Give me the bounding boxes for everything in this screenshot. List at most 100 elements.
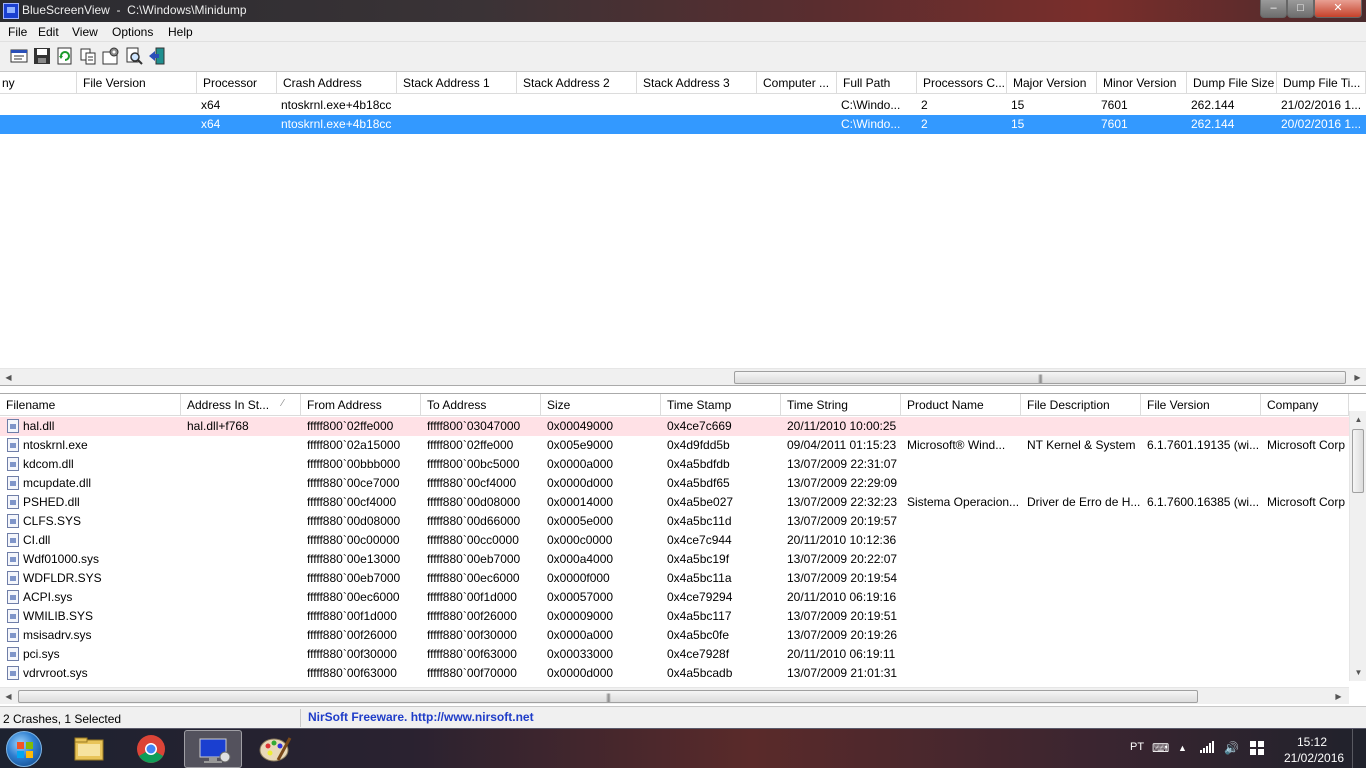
cell-time-string: 13/07/2009 20:22:07	[787, 552, 898, 566]
driver-row[interactable]: Wdf01000.sys fffff880`00e13000 fffff880`00…	[0, 550, 1349, 569]
driver-row[interactable]: WDFLDR.SYS fffff880`00eb7000 fffff880`00ec…	[0, 569, 1349, 588]
column-header[interactable]: Product Name	[901, 394, 1021, 416]
cell-file-description: NT Kernel & System	[1027, 438, 1136, 452]
crash-row-selected[interactable]: x64 ntoskrnl.exe+4b18cc C:\Windo... 2 15…	[0, 115, 1366, 134]
scroll-thumb[interactable]: |||	[18, 690, 1198, 703]
cell-file-description	[1023, 569, 1141, 588]
show-desktop-button[interactable]	[1352, 729, 1366, 768]
cell-processor: x64	[201, 98, 221, 112]
driver-file-icon	[7, 609, 19, 623]
properties-icon[interactable]	[10, 47, 28, 65]
maximize-button[interactable]: □	[1287, 0, 1314, 18]
cell-company	[1263, 417, 1349, 436]
column-header[interactable]: Filename	[0, 394, 181, 416]
find-icon[interactable]	[125, 47, 143, 65]
volume-icon[interactable]: 🔊	[1224, 741, 1239, 755]
driver-row[interactable]: ntoskrnl.exe fffff800`02a15000 fffff800`02…	[0, 436, 1349, 455]
driver-row[interactable]: vdrvroot.sys fffff880`00f63000 fffff880`00…	[0, 664, 1349, 683]
column-header[interactable]: Stack Address 1	[397, 72, 517, 94]
scroll-thumb[interactable]: |||	[734, 371, 1346, 384]
column-header[interactable]: Processor	[197, 72, 277, 94]
copy-icon[interactable]	[79, 47, 97, 65]
scroll-right-arrow-icon[interactable]: ▶	[1330, 688, 1347, 705]
menu-file[interactable]: File	[8, 25, 27, 39]
driver-list-header: Filename Address In St... ∕ From Address…	[0, 394, 1366, 416]
refresh-icon[interactable]	[56, 47, 74, 65]
driver-row[interactable]: CI.dll fffff880`00c00000 fffff880`00cc0000…	[0, 531, 1349, 550]
column-header[interactable]: To Address	[421, 394, 541, 416]
driver-row[interactable]: mcupdate.dll fffff880`00ce7000 fffff880`00…	[0, 474, 1349, 493]
cell-from-address: fffff880`00ec6000	[307, 590, 400, 604]
column-header[interactable]: Company	[1261, 394, 1349, 416]
column-header[interactable]: From Address	[301, 394, 421, 416]
network-signal-icon[interactable]	[1200, 741, 1214, 756]
driver-list-vertical-scrollbar[interactable]: ▲ ▼	[1349, 411, 1366, 681]
column-header[interactable]: Stack Address 3	[637, 72, 757, 94]
driver-list[interactable]: Filename Address In St... ∕ From Address…	[0, 393, 1366, 705]
crash-row[interactable]: x64 ntoskrnl.exe+4b18cc C:\Windo... 2 15…	[0, 96, 1366, 115]
driver-row[interactable]: msisadrv.sys fffff880`00f26000 fffff880`00…	[0, 626, 1349, 645]
column-header[interactable]: Time String	[781, 394, 901, 416]
show-hidden-icons-icon[interactable]: ▲	[1178, 743, 1187, 753]
column-header[interactable]: Processors C...	[917, 72, 1007, 94]
driver-row[interactable]: ACPI.sys fffff880`00ec6000 fffff880`00f1d0…	[0, 588, 1349, 607]
menu-options[interactable]: Options	[112, 25, 153, 39]
scroll-down-arrow-icon[interactable]: ▼	[1350, 664, 1366, 681]
crash-list-horizontal-scrollbar[interactable]: ◀ ||| ▶	[0, 368, 1366, 385]
crash-list[interactable]: ny File Version Processor Crash Address …	[0, 72, 1366, 386]
column-header[interactable]: Size	[541, 394, 661, 416]
cell-processors-count: 2	[921, 98, 928, 112]
column-header[interactable]: Major Version	[1007, 72, 1097, 94]
column-header[interactable]: Dump File Ti...	[1277, 72, 1366, 94]
driver-row[interactable]: hal.dll hal.dll+f768 fffff800`02ffe000 ffff…	[0, 417, 1349, 436]
column-header[interactable]: Dump File Size	[1187, 72, 1277, 94]
cell-file-description	[1023, 550, 1141, 569]
column-header[interactable]: Computer ...	[757, 72, 837, 94]
scroll-right-arrow-icon[interactable]: ▶	[1349, 369, 1366, 385]
title-bar[interactable]: BlueScreenView - C:\Windows\Minidump – □…	[0, 0, 1366, 22]
keyboard-icon[interactable]: ⌨	[1152, 741, 1169, 755]
minimize-button[interactable]: –	[1260, 0, 1287, 18]
menu-view[interactable]: View	[72, 25, 98, 39]
driver-row[interactable]: pci.sys fffff880`00f30000 fffff880`00f6300…	[0, 645, 1349, 664]
clock-date[interactable]: 21/02/2016	[1284, 751, 1344, 765]
scroll-thumb[interactable]	[1352, 429, 1364, 493]
taskbar-paint[interactable]	[246, 730, 304, 768]
menu-help[interactable]: Help	[168, 25, 193, 39]
close-button[interactable]: ✕	[1314, 0, 1362, 18]
start-button[interactable]	[6, 731, 42, 767]
action-center-flag-icon[interactable]	[1250, 741, 1264, 758]
column-header[interactable]: Minor Version	[1097, 72, 1187, 94]
save-icon[interactable]	[33, 47, 51, 65]
advanced-options-icon[interactable]	[102, 47, 120, 65]
taskbar-bluescreenview[interactable]	[184, 730, 242, 768]
column-header[interactable]: Full Path	[837, 72, 917, 94]
cell-product-name	[903, 569, 1021, 588]
column-header[interactable]: Time Stamp	[661, 394, 781, 416]
driver-row[interactable]: CLFS.SYS fffff880`00d08000 fffff880`00d660…	[0, 512, 1349, 531]
taskbar-file-explorer[interactable]	[60, 730, 118, 768]
cell-product-name	[903, 531, 1021, 550]
nirsoft-link[interactable]: NirSoft Freeware. http://www.nirsoft.net	[308, 710, 534, 724]
exit-icon[interactable]	[148, 47, 166, 65]
column-header[interactable]: File Description	[1021, 394, 1141, 416]
scroll-left-arrow-icon[interactable]: ◀	[0, 369, 17, 385]
cell-company	[1263, 550, 1349, 569]
driver-row[interactable]: kdcom.dll fffff800`00bbb000 fffff800`00bc5…	[0, 455, 1349, 474]
driver-row[interactable]: WMILIB.SYS fffff880`00f1d000 fffff880`00f2…	[0, 607, 1349, 626]
taskbar-chrome[interactable]	[122, 730, 180, 768]
scroll-up-arrow-icon[interactable]: ▲	[1350, 411, 1366, 428]
cell-from-address: fffff880`00e13000	[307, 552, 401, 566]
column-header[interactable]: Stack Address 2	[517, 72, 637, 94]
menu-edit[interactable]: Edit	[38, 25, 59, 39]
driver-list-horizontal-scrollbar[interactable]: ◀ ||| ▶	[0, 687, 1349, 704]
clock-time[interactable]: 15:12	[1297, 735, 1327, 749]
column-header[interactable]: Crash Address	[277, 72, 397, 94]
driver-row[interactable]: PSHED.dll fffff880`00cf4000 fffff880`00d08…	[0, 493, 1349, 512]
column-header[interactable]: ny	[0, 72, 77, 94]
cell-to-address: fffff880`00f1d000	[427, 590, 517, 604]
scroll-left-arrow-icon[interactable]: ◀	[0, 688, 17, 705]
language-indicator[interactable]: PT	[1130, 741, 1144, 753]
column-header[interactable]: File Version	[1141, 394, 1261, 416]
column-header[interactable]: File Version	[77, 72, 197, 94]
